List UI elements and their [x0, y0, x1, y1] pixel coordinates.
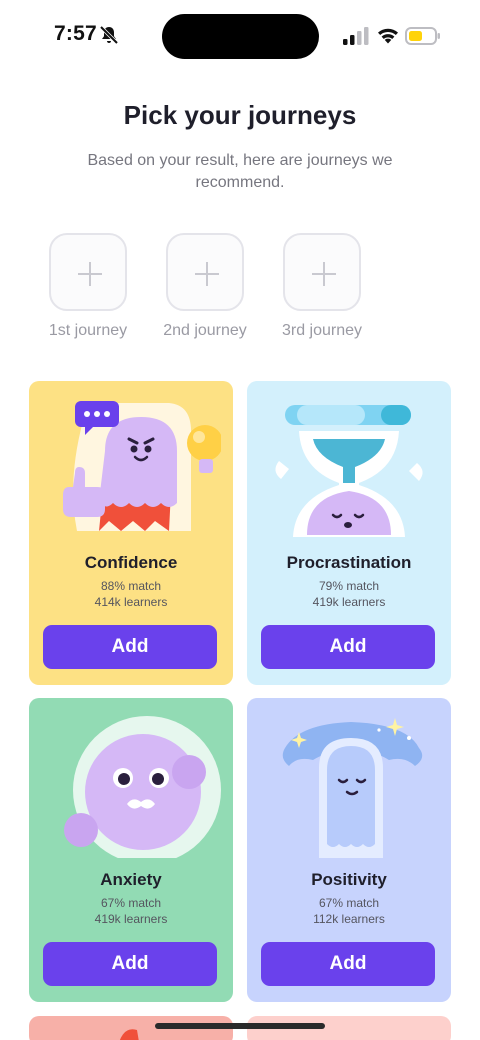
hourglass-icon: [275, 405, 423, 537]
card-match: 67% match: [100, 896, 162, 910]
journey-slot-2-label: 2nd journey: [163, 322, 247, 339]
card-title: Positivity: [311, 870, 387, 889]
add-button-anxiety[interactable]: Add: [43, 942, 217, 986]
partial-art-icon: [119, 1029, 139, 1040]
dynamic-island: [162, 14, 319, 59]
home-indicator[interactable]: [155, 1023, 325, 1029]
card-title: Confidence: [84, 553, 178, 572]
journey-card-anxiety[interactable]: Anxiety 67% match 419k learners Add: [29, 698, 233, 1002]
status-time: 7:57: [54, 22, 97, 45]
plus-icon: [78, 262, 102, 286]
journey-slot-2[interactable]: [166, 233, 244, 311]
plus-icon: [195, 262, 219, 286]
add-button-procrastination[interactable]: Add: [261, 625, 435, 669]
battery-icon: [405, 27, 440, 45]
wifi-icon: [378, 28, 398, 44]
cellular-signal-icon: [343, 27, 369, 45]
card-learners: 414k learners: [94, 595, 168, 609]
confident-ghost-icon: [63, 401, 221, 531]
journey-slot-1[interactable]: [49, 233, 127, 311]
card-title: Procrastination: [286, 553, 412, 572]
add-button-positivity[interactable]: Add: [261, 942, 435, 986]
page-subtitle: Based on your result, here are journeys …: [87, 152, 393, 191]
card-learners: 419k learners: [312, 595, 386, 609]
page-title: Pick your journeys: [123, 100, 357, 130]
card-match: 88% match: [100, 579, 162, 593]
journey-card-confidence[interactable]: Confidence 88% match 414k learners Add: [29, 381, 233, 685]
anxious-blob-icon: [64, 716, 221, 858]
card-learners: 112k learners: [313, 912, 385, 926]
card-learners: 419k learners: [94, 912, 168, 926]
calm-ghost-icon: [282, 718, 423, 858]
journey-slot-1-label: 1st journey: [48, 322, 128, 339]
status-bar: 7:57: [0, 0, 480, 72]
plus-icon: [312, 262, 336, 286]
bell-muted-icon: [99, 25, 119, 45]
card-match: 79% match: [318, 579, 380, 593]
journey-card-positivity[interactable]: Positivity 67% match 112k learners Add: [247, 698, 451, 1002]
journey-slot-3-label: 3rd journey: [281, 322, 363, 339]
journey-slot-3[interactable]: [283, 233, 361, 311]
card-title: Anxiety: [100, 870, 162, 889]
card-match: 67% match: [318, 896, 380, 910]
add-button-confidence[interactable]: Add: [43, 625, 217, 669]
journey-card-procrastination[interactable]: Procrastination 79% match 419k learners …: [247, 381, 451, 685]
